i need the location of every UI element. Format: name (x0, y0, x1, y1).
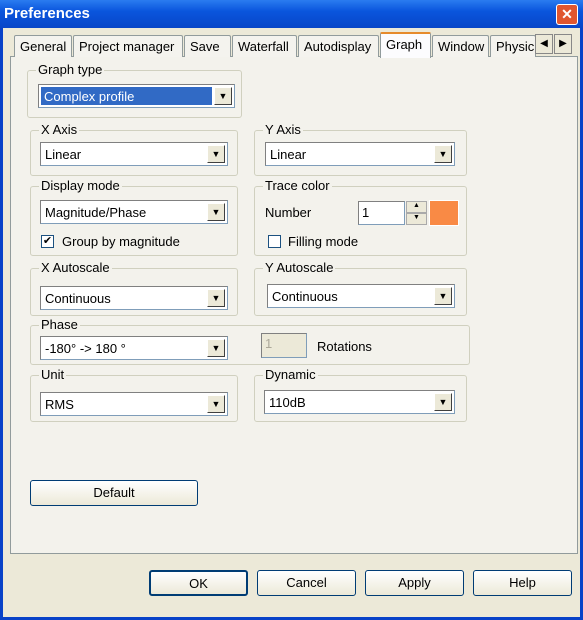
rotations-value: 1 (265, 336, 273, 351)
dynamic-label: Dynamic (263, 367, 318, 382)
y-axis-select[interactable]: Linear ▼ (265, 142, 455, 166)
unit-label: Unit (39, 367, 67, 382)
x-autoscale-label: X Autoscale (39, 260, 112, 275)
tab-waterfall[interactable]: Waterfall (232, 35, 297, 57)
graph-type-select[interactable]: Complex profile ▼ (38, 84, 235, 108)
tab-window[interactable]: Window (432, 35, 489, 57)
display-mode-label: Display mode (39, 178, 122, 193)
x-autoscale-value: Continuous (45, 291, 111, 306)
x-autoscale-select[interactable]: Continuous ▼ (40, 286, 228, 310)
tab-autodisplay[interactable]: Autodisplay (298, 35, 379, 57)
title-bar: Preferences (0, 0, 583, 28)
spin-up-icon[interactable]: ▲ (406, 201, 427, 213)
dynamic-value: 110dB (269, 395, 306, 410)
tab-project-manager[interactable]: Project manager (73, 35, 183, 57)
chevron-down-icon[interactable]: ▼ (207, 339, 225, 357)
chevron-down-icon[interactable]: ▼ (207, 289, 225, 307)
y-autoscale-label: Y Autoscale (263, 260, 336, 275)
display-mode-value: Magnitude/Phase (45, 205, 147, 220)
rotations-label: Rotations (317, 339, 372, 354)
filling-mode-checkbox[interactable] (268, 235, 281, 248)
group-by-magnitude-checkbox[interactable]: ✔ (41, 235, 54, 248)
rotations-input[interactable]: 1 (261, 333, 307, 358)
chevron-down-icon[interactable]: ▼ (214, 87, 232, 105)
trace-color-label: Trace color (263, 178, 332, 193)
number-value: 1 (362, 205, 370, 220)
phase-label: Phase (39, 317, 80, 332)
tab-graph[interactable]: Graph (380, 32, 431, 58)
filling-mode-label: Filling mode (288, 234, 359, 249)
x-axis-label: X Axis (39, 122, 80, 137)
graph-type-value: Complex profile (41, 87, 212, 105)
chevron-down-icon[interactable]: ▼ (207, 395, 225, 413)
tab-scroll-right-icon[interactable]: ▶ (554, 34, 572, 54)
tab-general[interactable]: General (14, 35, 72, 57)
chevron-down-icon[interactable]: ▼ (434, 145, 452, 163)
chevron-down-icon[interactable]: ▼ (434, 287, 452, 305)
tab-physic[interactable]: Physic (490, 35, 536, 57)
chevron-down-icon[interactable]: ▼ (434, 393, 452, 411)
window-title: Preferences (4, 5, 90, 22)
close-icon[interactable]: ✕ (556, 4, 578, 25)
number-label: Number (265, 205, 312, 220)
number-input[interactable]: 1 (358, 201, 405, 225)
help-button[interactable]: Help (473, 570, 572, 596)
chevron-down-icon[interactable]: ▼ (207, 203, 225, 221)
tab-scroll-left-icon[interactable]: ◀ (535, 34, 553, 54)
ok-button[interactable]: OK (149, 570, 248, 596)
x-axis-select[interactable]: Linear ▼ (40, 142, 228, 166)
trace-color-swatch[interactable] (429, 200, 459, 226)
dynamic-select[interactable]: 110dB ▼ (264, 390, 455, 414)
y-axis-value: Linear (270, 147, 307, 162)
spin-down-icon[interactable]: ▼ (406, 213, 427, 225)
phase-select[interactable]: -180° -> 180 ° ▼ (40, 336, 228, 360)
x-axis-value: Linear (45, 147, 82, 162)
apply-button[interactable]: Apply (365, 570, 464, 596)
cancel-button[interactable]: Cancel (257, 570, 356, 596)
graph-type-label: Graph type (36, 62, 105, 77)
chevron-down-icon[interactable]: ▼ (207, 145, 225, 163)
unit-select[interactable]: RMS ▼ (40, 392, 228, 416)
y-axis-label: Y Axis (263, 122, 303, 137)
y-autoscale-value: Continuous (272, 289, 338, 304)
unit-value: RMS (45, 397, 74, 412)
y-autoscale-select[interactable]: Continuous ▼ (267, 284, 455, 308)
phase-value: -180° -> 180 ° (45, 341, 126, 356)
display-mode-select[interactable]: Magnitude/Phase ▼ (40, 200, 228, 224)
tab-save[interactable]: Save (184, 35, 231, 57)
default-button[interactable]: Default (30, 480, 198, 506)
group-by-magnitude-label: Group by magnitude (62, 234, 180, 249)
